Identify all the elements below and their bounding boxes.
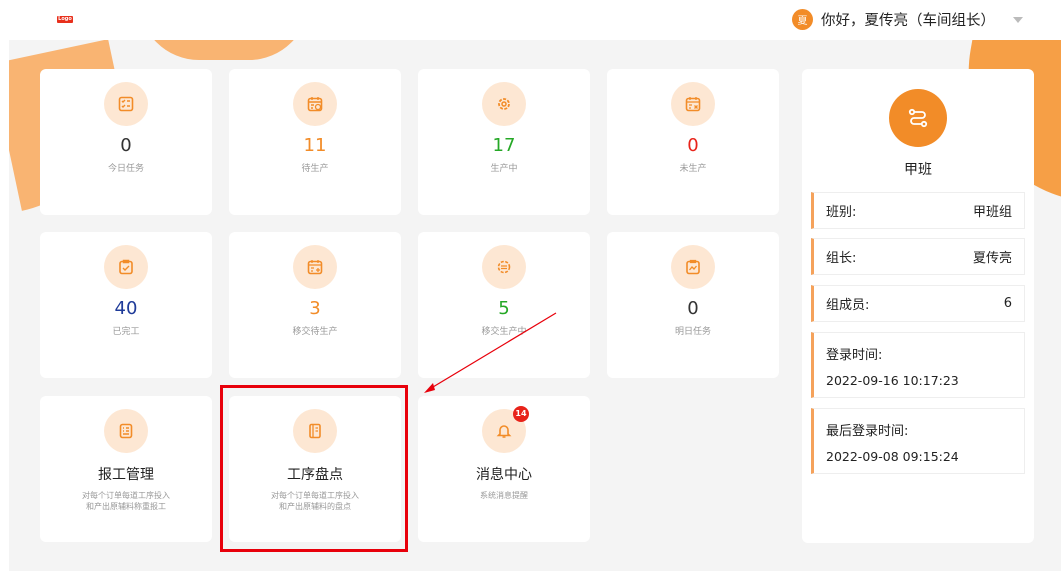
info-row-shift-type: 班别: 甲班组 [811, 192, 1025, 229]
stat-value: 5 [498, 298, 510, 319]
highlight-box [220, 385, 408, 552]
calendar-cancel-icon [671, 82, 715, 126]
calendar-clock-icon [293, 82, 337, 126]
calendar-transfer-icon [293, 245, 337, 289]
gear-transfer-icon [482, 245, 526, 289]
info-value: 2022-09-16 10:17:23 [826, 373, 959, 388]
stat-card-transfer-in-production[interactable]: 5 移交生产中 [418, 232, 590, 378]
panel-title: 甲班 [904, 162, 932, 178]
stat-label: 今日任务 [107, 164, 144, 174]
card-description: 系统消息提醒 [418, 490, 590, 501]
info-label: 最后登录时间: [826, 424, 909, 439]
info-label: 组长: [826, 251, 857, 266]
stat-card-not-produced[interactable]: 0 未生产 [607, 69, 779, 215]
decorative-blob [139, 40, 309, 60]
info-value: 甲班组 [972, 205, 1012, 220]
stat-card-today-tasks[interactable]: 0 今日任务 [40, 69, 212, 215]
user-greeting[interactable]: 你好，夏传亮（车间组长） [821, 9, 995, 30]
card-title: 报工管理 [98, 467, 154, 483]
stat-value: 11 [303, 135, 327, 156]
stat-label: 移交生产中 [481, 327, 527, 337]
info-label: 组成员: [826, 298, 870, 313]
info-value: 6 [1003, 296, 1012, 311]
stat-card-completed[interactable]: 40 已完工 [40, 232, 212, 378]
info-value: 夏传亮 [972, 251, 1012, 266]
stat-label: 生产中 [490, 164, 518, 174]
info-label: 登录时间: [826, 348, 883, 363]
stat-card-transfer-pending[interactable]: 3 移交待生产 [229, 232, 401, 378]
info-label: 班别: [826, 205, 857, 220]
bell-icon: 14 [482, 406, 529, 453]
stat-card-in-production[interactable]: 17 生产中 [418, 69, 590, 215]
info-row-login-time: 登录时间: 2022-09-16 10:17:23 [811, 332, 1025, 398]
stat-label: 移交待生产 [292, 327, 338, 337]
logo-mark: Logo [57, 15, 73, 23]
info-row-leader: 组长: 夏传亮 [811, 238, 1025, 275]
stat-card-tomorrow-tasks[interactable]: 0 明日任务 [607, 232, 779, 378]
info-value: 2022-09-08 09:15:24 [826, 449, 959, 464]
dashboard-main: 0 今日任务 11 待生产 17 生产中 0 未生产 40 已完工 3 移交待生… [9, 40, 1061, 571]
info-row-last-login-time: 最后登录时间: 2022-09-08 09:15:24 [811, 408, 1025, 474]
stat-value: 0 [687, 135, 699, 156]
message-center-card[interactable]: 14 消息中心 系统消息提醒 [418, 396, 590, 542]
info-row-members: 组成员: 6 [811, 285, 1025, 322]
top-bar: Logo 夏 你好，夏传亮（车间组长） [0, 0, 1061, 40]
report-work-card[interactable]: 报工管理 对每个订单每道工序投入 和产出原辅料称重报工 [40, 396, 212, 542]
shift-info-panel: 甲班 班别: 甲班组 组长: 夏传亮 组成员: 6 登录时间: 2022-09-… [802, 69, 1034, 543]
notification-badge: 14 [513, 406, 529, 422]
description-line: 系统消息提醒 [480, 491, 528, 500]
report-document-icon [104, 409, 148, 453]
stat-card-pending[interactable]: 11 待生产 [229, 69, 401, 215]
chevron-down-icon[interactable] [1013, 16, 1023, 23]
stat-value: 0 [120, 135, 132, 156]
avatar[interactable]: 夏 [792, 9, 813, 30]
clipboard-check-icon [104, 245, 148, 289]
app-logo: Logo [57, 15, 73, 23]
card-description: 对每个订单每道工序投入 和产出原辅料称重报工 [40, 490, 212, 512]
stat-label: 未生产 [679, 164, 707, 174]
stat-value: 17 [492, 135, 516, 156]
card-title: 消息中心 [476, 467, 532, 483]
task-list-icon [104, 82, 148, 126]
stat-label: 明日任务 [674, 327, 711, 337]
user-menu[interactable]: 夏 你好，夏传亮（车间组长） [792, 9, 1023, 30]
stat-label: 待生产 [301, 164, 329, 174]
stat-value: 40 [114, 298, 138, 319]
stat-value: 0 [687, 298, 699, 319]
description-line: 对每个订单每道工序投入 [82, 491, 170, 500]
stat-value: 3 [309, 298, 321, 319]
clipboard-chart-icon [671, 245, 715, 289]
stat-label: 已完工 [112, 327, 140, 337]
gear-icon [482, 82, 526, 126]
description-line: 和产出原辅料称重报工 [86, 502, 166, 511]
shift-route-icon [889, 89, 947, 147]
